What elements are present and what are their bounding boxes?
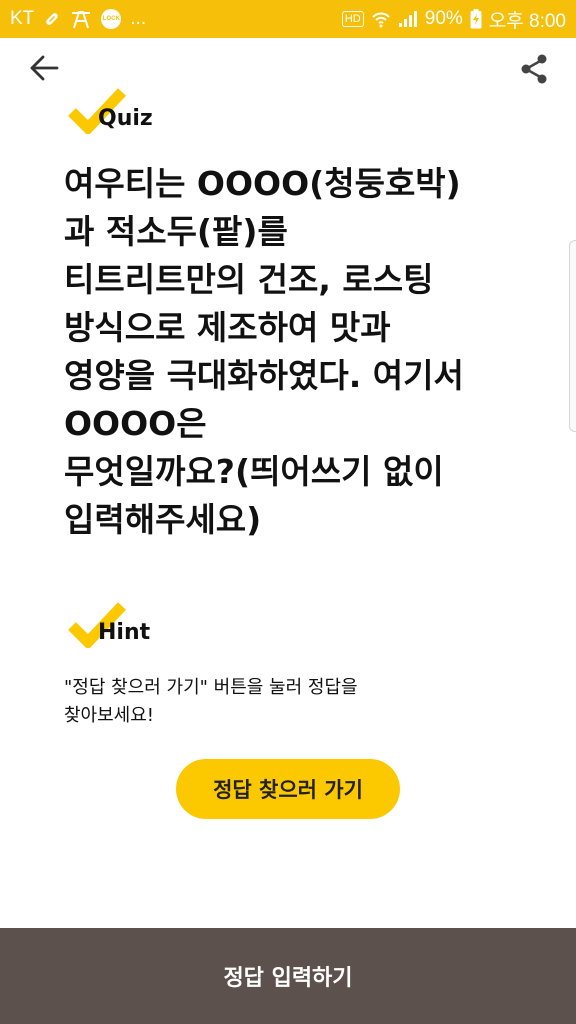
share-button[interactable] — [514, 51, 554, 91]
hint-text: "정답 찾으러 가기" 버튼을 눌러 정답을 찾아보세요! — [64, 677, 358, 726]
hint-label: Hint — [98, 620, 151, 645]
submit-answer-button[interactable]: 정답 입력하기 — [0, 928, 576, 1024]
pill-icon — [43, 10, 61, 28]
lock-app-icon: LOCK — [101, 9, 122, 29]
share-icon — [518, 53, 550, 89]
wifi-icon — [371, 10, 391, 28]
quiz-label: Quiz — [98, 106, 153, 131]
quiz-question: 여우티는 OOOO(청둥호박) 과 적소두(팥)를 티트리트만의 건조, 로스팅… — [64, 164, 464, 539]
hint-section-label: Hint — [68, 602, 188, 650]
battery-percent: 90% — [424, 8, 463, 29]
carrier-label: KT — [10, 8, 35, 29]
tower-icon — [70, 9, 92, 29]
back-button[interactable] — [24, 52, 64, 88]
arrow-left-icon — [29, 55, 59, 85]
find-answer-button[interactable]: 정답 찾으러 가기 — [176, 759, 400, 819]
status-bar: KT LOCK ... HD 90% 오후 8:00 — [0, 0, 576, 38]
notification-overflow: ... — [130, 8, 147, 29]
battery-charging-icon — [470, 9, 482, 29]
hd-icon: HD — [341, 11, 364, 27]
edge-panel-handle[interactable] — [569, 240, 576, 432]
status-time: 오후 8:00 — [488, 10, 566, 32]
signal-icon — [398, 10, 418, 28]
quiz-section-label: Quiz — [68, 88, 188, 136]
